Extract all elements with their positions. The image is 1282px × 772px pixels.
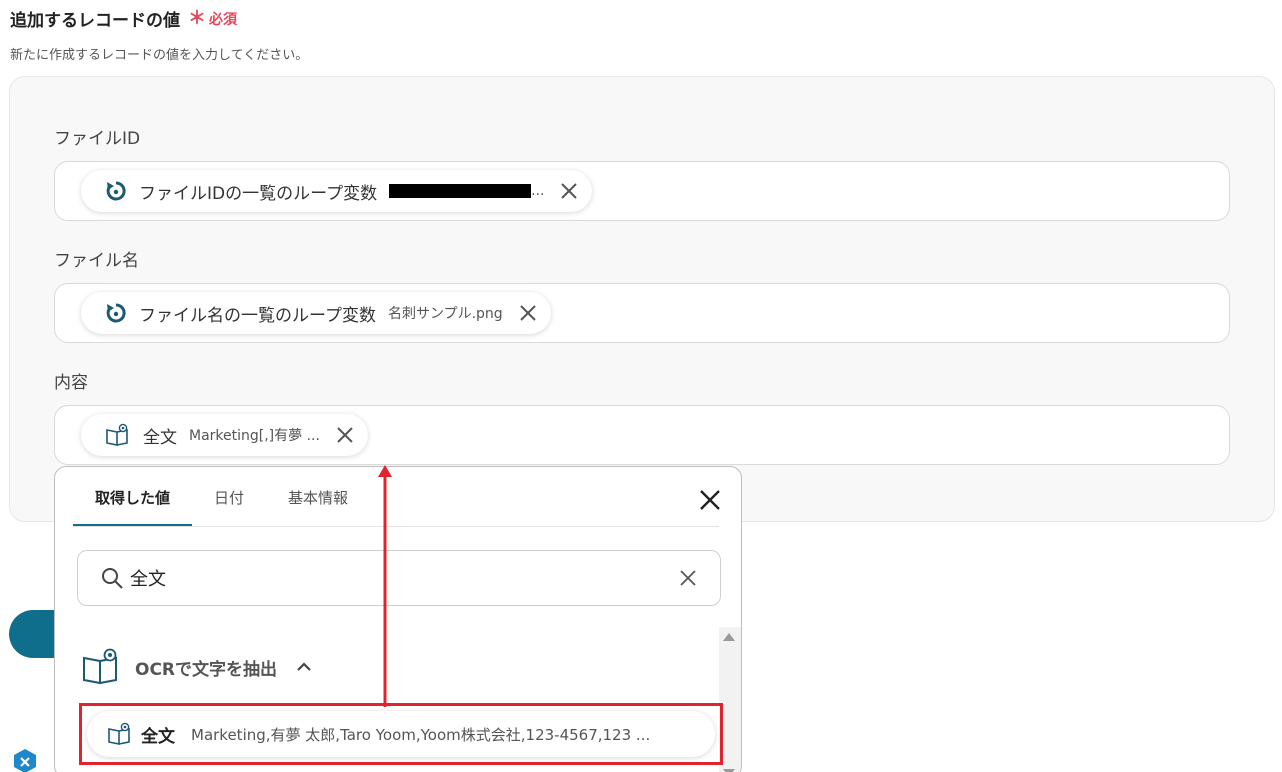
ocr-group-header[interactable]: OCRで文字を抽出 (81, 647, 313, 687)
chip-name: ファイルIDの一覧のループ変数 (139, 183, 378, 204)
section-description: 新たに作成するレコードの値を入力してください。 (10, 48, 309, 63)
field-label-file-name: ファイル名 (54, 251, 139, 271)
tab-date[interactable]: 日付 (192, 467, 266, 527)
arrow-up-icon (378, 465, 392, 707)
search-input[interactable]: 全文 (77, 550, 721, 606)
loop-icon (106, 303, 126, 323)
chip-name: ファイル名の一覧のループ変数 (139, 305, 376, 326)
file-name-input[interactable]: ファイル名の一覧のループ変数 名刺サンプル.png (54, 283, 1230, 343)
service-badge-icon (14, 749, 36, 772)
section-title: 追加するレコードの値 ＊ 必須 (10, 6, 237, 31)
field-label-file-id: ファイルID (54, 129, 141, 149)
chevron-up-icon[interactable] (295, 658, 313, 676)
content-variable-chip[interactable]: 全文 Marketing[,]有夢 ... (81, 414, 368, 456)
search-icon (102, 568, 123, 589)
redacted-value (389, 184, 532, 198)
required-label: 必須 (209, 11, 237, 28)
scroll-up-arrow[interactable] (723, 633, 735, 641)
tab-basic-info[interactable]: 基本情報 (266, 467, 370, 527)
field-label-content: 内容 (54, 373, 88, 393)
required-badge: ＊ 必須 (188, 9, 237, 29)
remove-chip-icon[interactable] (558, 180, 580, 202)
ocr-book-icon (106, 423, 128, 446)
file-id-variable-chip[interactable]: ファイルIDの一覧のループ変数 ... (81, 170, 593, 212)
search-value: 全文 (130, 569, 166, 590)
file-id-input[interactable]: ファイルIDの一覧のループ変数 ... (54, 161, 1230, 221)
chip-value: 名刺サンプル.png (387, 306, 503, 322)
section-title-text: 追加するレコードの値 (10, 11, 180, 31)
required-asterisk: ＊ (188, 7, 206, 29)
chip-name: 全文 (143, 427, 177, 448)
group-label: OCRで文字を抽出 (135, 659, 278, 680)
highlight-box (79, 703, 723, 765)
chip-value: Marketing[,]有夢 ... (189, 428, 320, 444)
ocr-book-icon (83, 648, 117, 685)
tab-acquired-values[interactable]: 取得した値 (73, 467, 193, 527)
file-name-variable-chip[interactable]: ファイル名の一覧のループ変数 名刺サンプル.png (81, 292, 551, 334)
chip-value: ... (531, 183, 545, 199)
loop-icon (106, 181, 126, 201)
remove-chip-icon[interactable] (517, 302, 539, 324)
remove-chip-icon[interactable] (334, 424, 356, 446)
content-input[interactable]: 全文 Marketing[,]有夢 ... (54, 405, 1230, 465)
picker-tabs: 取得した値 日付 基本情報 (73, 467, 370, 527)
close-icon[interactable] (697, 487, 723, 513)
clear-search-icon[interactable] (678, 568, 698, 588)
